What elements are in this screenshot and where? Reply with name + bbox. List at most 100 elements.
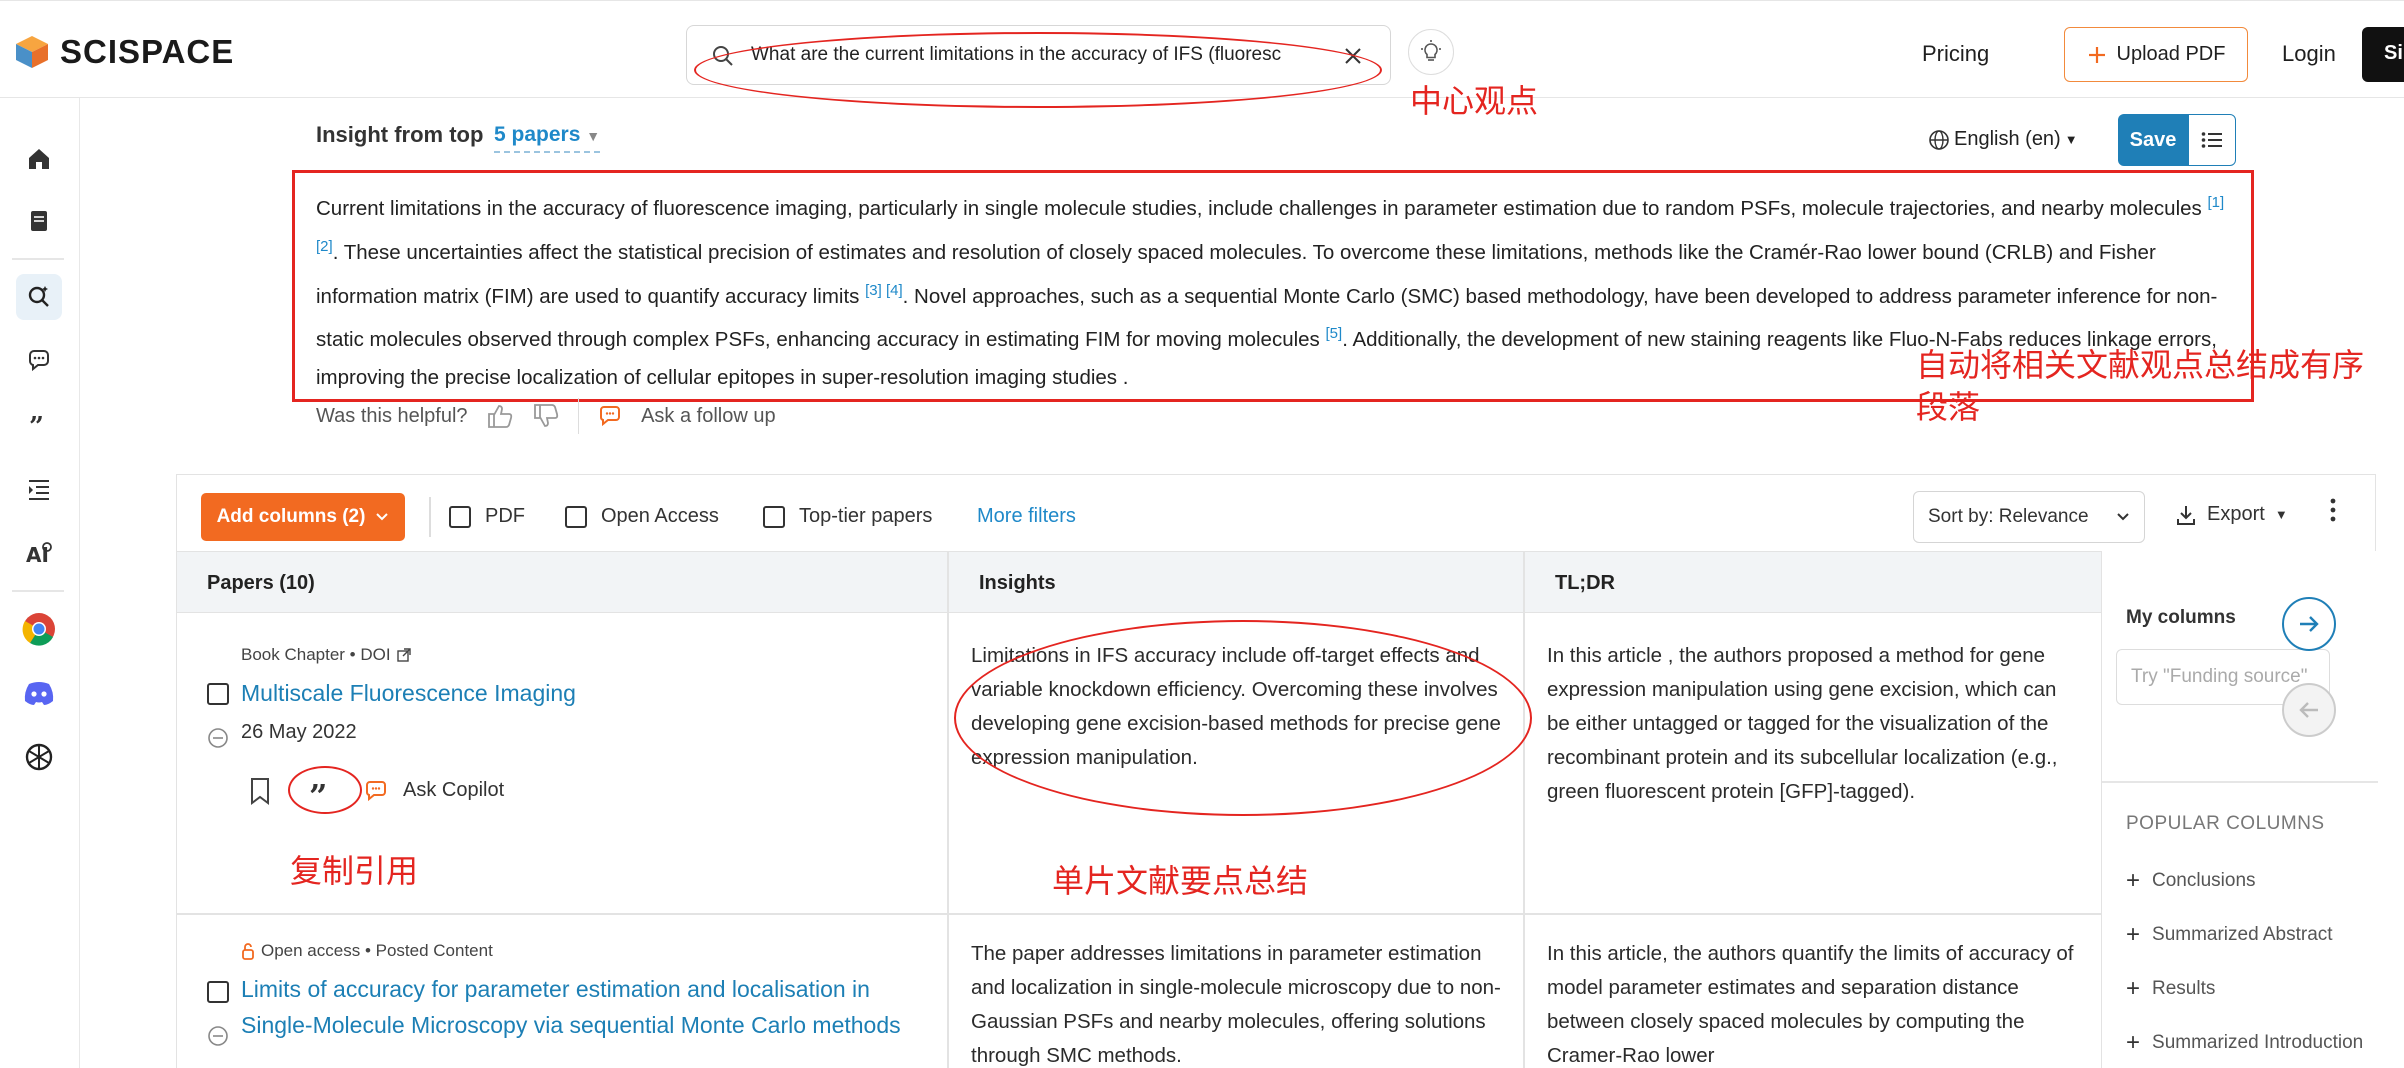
ask-copilot-button[interactable]: Ask Copilot (403, 773, 504, 807)
popular-column-item[interactable]: + Conclusions (2126, 867, 2256, 895)
collapse-icon[interactable] (207, 1025, 229, 1047)
upload-pdf-button[interactable]: Upload PDF (2064, 27, 2248, 82)
svg-text:”: ” (29, 412, 44, 439)
pricing-link[interactable]: Pricing (1922, 41, 1989, 67)
popular-column-item[interactable]: + Summarized Introduction (2126, 1029, 2363, 1057)
tldr-cell: In this article, the authors quantify th… (1547, 942, 2074, 1067)
open-access-checkbox[interactable] (565, 505, 587, 528)
language-selector[interactable]: English (en) ▼ (1928, 128, 2078, 151)
discord-icon[interactable] (16, 670, 62, 716)
filter-pdf-label: PDF (485, 505, 525, 527)
select-paper-checkbox[interactable] (207, 981, 229, 1003)
globe-icon (1929, 129, 1949, 150)
table-toolbar: Add columns (2) PDF Open Access Top-tier… (177, 475, 2377, 551)
open-access-icon (242, 943, 254, 960)
arrow-left-icon (2299, 702, 2318, 718)
lightbulb-button[interactable] (1408, 29, 1454, 75)
back-button[interactable] (2282, 683, 2336, 737)
helpful-label: Was this helpful? (316, 404, 468, 427)
collapse-icon[interactable] (207, 727, 229, 749)
ask-follow-up-link[interactable]: Ask a follow up (641, 405, 776, 428)
insight-cell: The paper addresses limitations in param… (971, 942, 1501, 1067)
list-view-button[interactable] (2188, 114, 2236, 166)
popular-column-label: Summarized Introduction (2152, 1032, 2364, 1053)
scispace-logo[interactable]: SCISPACE (14, 33, 234, 71)
popular-column-item[interactable]: + Summarized Abstract (2126, 921, 2333, 949)
svg-text:AI: AI (26, 543, 49, 567)
insight-heading: Insight from top (316, 122, 484, 147)
add-columns-label: Add columns (2) (216, 506, 366, 527)
ai-detector-icon[interactable]: AI (16, 530, 62, 576)
paper-type-label: Book Chapter • DOI (241, 645, 391, 664)
my-columns-panel: My columns Try "Funding source" POPULAR … (2101, 551, 2378, 1068)
signup-button[interactable]: Si (2362, 27, 2404, 82)
annotation-ellipse-insight (954, 620, 1532, 816)
home-icon[interactable] (16, 136, 62, 182)
feedback-row: Was this helpful? Ask a follow up (316, 398, 776, 434)
save-button[interactable]: Save (2118, 114, 2188, 166)
external-link-icon[interactable] (396, 648, 411, 662)
popular-column-label: Results (2152, 978, 2216, 999)
arrow-right-icon (2300, 616, 2319, 632)
table-header: Papers (10) Insights TL;DR (177, 551, 2101, 613)
column-header-tldr[interactable]: TL;DR (1555, 572, 1615, 595)
bookmark-icon[interactable] (249, 777, 271, 805)
annotation-auto-summary: 自动将相关文献观点总结成有序段落 (1916, 346, 2365, 426)
paper-meta: Open access • Posted Content (241, 941, 493, 961)
annotation-central-view: 中心观点 (1410, 82, 1539, 120)
column-header-insights[interactable]: Insights (979, 572, 1056, 595)
popular-column-item[interactable]: + Results (2126, 975, 2215, 1003)
literature-search-icon[interactable] (16, 274, 62, 320)
openai-icon[interactable] (16, 734, 62, 780)
sort-dropdown[interactable]: Sort by: Relevance (1913, 491, 2145, 543)
chrome-extension-icon[interactable] (16, 606, 62, 652)
popular-column-label: Summarized Abstract (2152, 924, 2333, 945)
chevron-down-icon (2117, 513, 2129, 521)
chevron-down-icon: ▼ (586, 128, 601, 144)
lightbulb-icon (1421, 40, 1441, 61)
plus-icon: + (2126, 867, 2141, 894)
library-icon[interactable] (16, 198, 62, 244)
add-columns-button[interactable]: Add columns (2) (201, 493, 405, 541)
thumbs-up-icon[interactable] (486, 403, 514, 429)
login-link[interactable]: Login (2282, 41, 2336, 67)
scispace-logo-icon (16, 36, 48, 68)
copilot-chat-icon (366, 781, 386, 802)
follow-up-chat-icon (600, 406, 621, 427)
column-header-papers[interactable]: Papers (10) (207, 572, 315, 595)
filter-top-tier[interactable]: Top-tier papers (763, 505, 932, 528)
filter-pdf[interactable]: PDF (449, 505, 525, 528)
popular-columns-title: POPULAR COLUMNS (2126, 813, 2325, 834)
annotation-ellipse-citation (288, 766, 362, 814)
plus-icon: + (2126, 921, 2141, 948)
pdf-checkbox[interactable] (449, 505, 471, 528)
popular-column-label: Conclusions (2152, 870, 2256, 891)
download-icon (2177, 505, 2195, 525)
thumbs-down-icon[interactable] (532, 403, 560, 429)
list-icon (2201, 132, 2222, 148)
plus-icon (2088, 46, 2105, 63)
tldr-cell: In this article , the authors proposed a… (1547, 644, 2058, 803)
top-tier-checkbox[interactable] (763, 505, 785, 528)
export-button[interactable]: Export ▼ (2175, 503, 2288, 526)
add-column-button[interactable] (2282, 597, 2336, 651)
chat-icon[interactable] (16, 338, 62, 384)
citation-icon[interactable]: ” (16, 402, 62, 448)
brand-name: SCISPACE (60, 33, 235, 70)
export-label: Export (2207, 503, 2265, 525)
annotation-copy-citation: 复制引用 (290, 852, 419, 890)
filter-open-access-label: Open Access (601, 505, 719, 527)
annotation-ellipse-search (694, 32, 1382, 108)
papers-dropdown[interactable]: 5 papers ▼ (494, 123, 601, 153)
paper-meta: Book Chapter • DOI (241, 645, 411, 665)
filter-open-access[interactable]: Open Access (565, 505, 719, 528)
more-options-icon[interactable] (2329, 497, 2337, 523)
filter-top-tier-label: Top-tier papers (799, 505, 933, 527)
paper-title-link[interactable]: Multiscale Fluorescence Imaging (241, 675, 921, 711)
paper-title-link[interactable]: Limits of accuracy for parameter estimat… (241, 971, 941, 1043)
more-filters-link[interactable]: More filters (977, 505, 1076, 528)
outline-icon[interactable] (16, 466, 62, 512)
papers-link-label: 5 papers (494, 123, 581, 146)
language-label: English (en) (1954, 128, 2061, 150)
select-paper-checkbox[interactable] (207, 683, 229, 705)
